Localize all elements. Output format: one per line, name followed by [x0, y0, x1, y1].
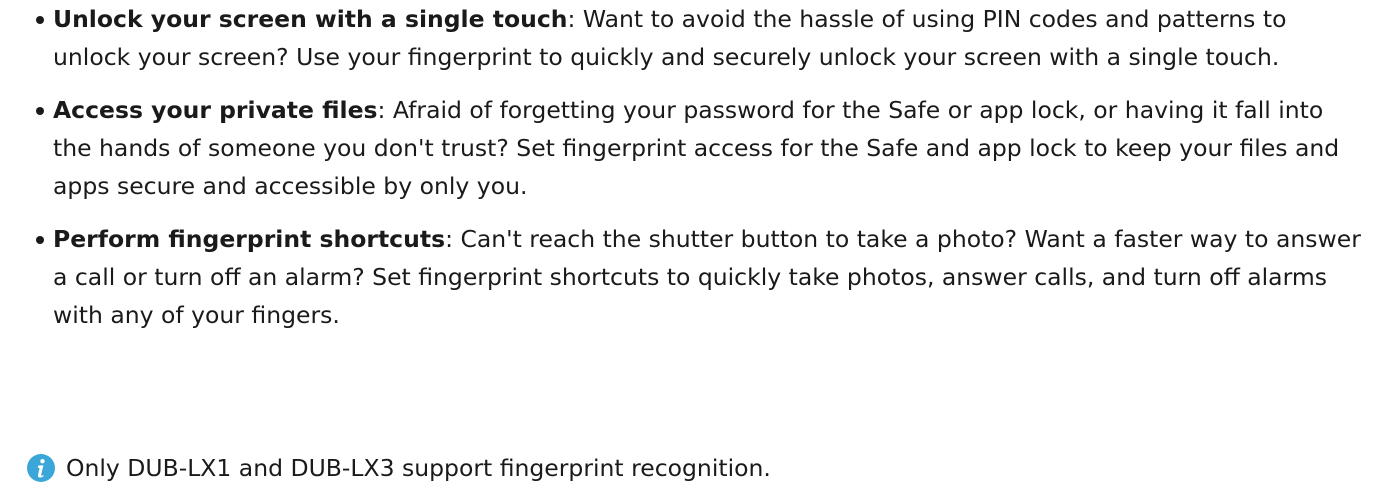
note-text: Only DUB-LX1 and DUB-LX3 support fingerp… [66, 454, 771, 482]
bullet-dot-icon [36, 236, 44, 244]
list-item: Unlock your screen with a single touch: … [0, 0, 1389, 76]
feature-list: Unlock your screen with a single touch: … [0, 0, 1389, 334]
note: Only DUB-LX1 and DUB-LX3 support fingerp… [26, 448, 771, 488]
bullet-title: Perform fingerprint shortcuts [53, 225, 446, 253]
list-item: Access your private files: Afraid of for… [0, 91, 1389, 205]
list-item: Perform fingerprint shortcuts: Can't rea… [0, 220, 1389, 334]
bullet-dot-icon [36, 107, 44, 115]
bullet-dot-icon [36, 16, 44, 24]
document-content: Unlock your screen with a single touch: … [0, 0, 1389, 334]
bullet-title: Access your private files [53, 96, 378, 124]
info-icon [27, 454, 55, 482]
bullet-title: Unlock your screen with a single touch [53, 5, 568, 33]
